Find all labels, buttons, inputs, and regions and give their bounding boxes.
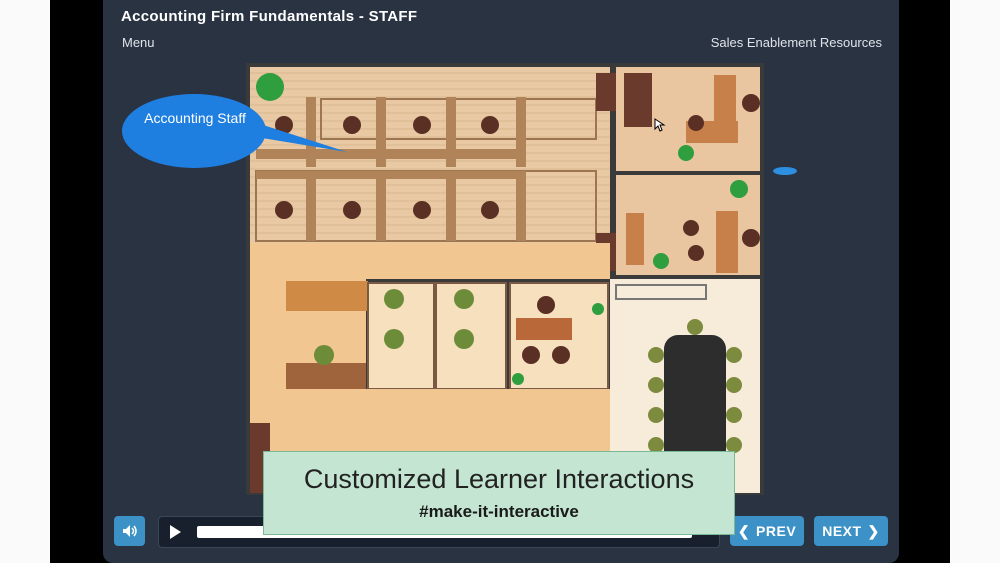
chevron-left-icon: ❮ [737, 522, 751, 539]
prev-button[interactable]: ❮ PREV [730, 516, 804, 546]
play-button[interactable] [168, 524, 182, 540]
menu-link[interactable]: Menu [122, 35, 155, 50]
right-margin [950, 0, 1000, 563]
caption-hashtag: #make-it-interactive [419, 502, 579, 521]
volume-button[interactable] [114, 516, 145, 546]
next-button[interactable]: NEXT ❯ [814, 516, 888, 546]
callout-label: Accounting Staff [144, 110, 246, 126]
left-margin [0, 0, 50, 563]
hotspot-marker[interactable] [772, 163, 798, 175]
play-icon [170, 525, 181, 539]
chevron-right-icon: ❯ [867, 522, 880, 539]
prev-label: PREV [756, 523, 797, 539]
caption-title: Customized Learner Interactions [303, 464, 695, 494]
mouse-cursor-icon [654, 118, 666, 132]
hotspot-icon [773, 167, 797, 175]
callout-bubble [122, 94, 347, 168]
resources-link[interactable]: Sales Enablement Resources [711, 35, 882, 50]
next-label: NEXT [822, 523, 862, 539]
accounting-staff-callout[interactable]: Accounting Staff [122, 94, 347, 168]
course-title: Accounting Firm Fundamentals - STAFF [121, 8, 418, 25]
caption-banner: Customized Learner Interactions #make-it… [263, 451, 735, 535]
speaker-icon [122, 525, 137, 537]
